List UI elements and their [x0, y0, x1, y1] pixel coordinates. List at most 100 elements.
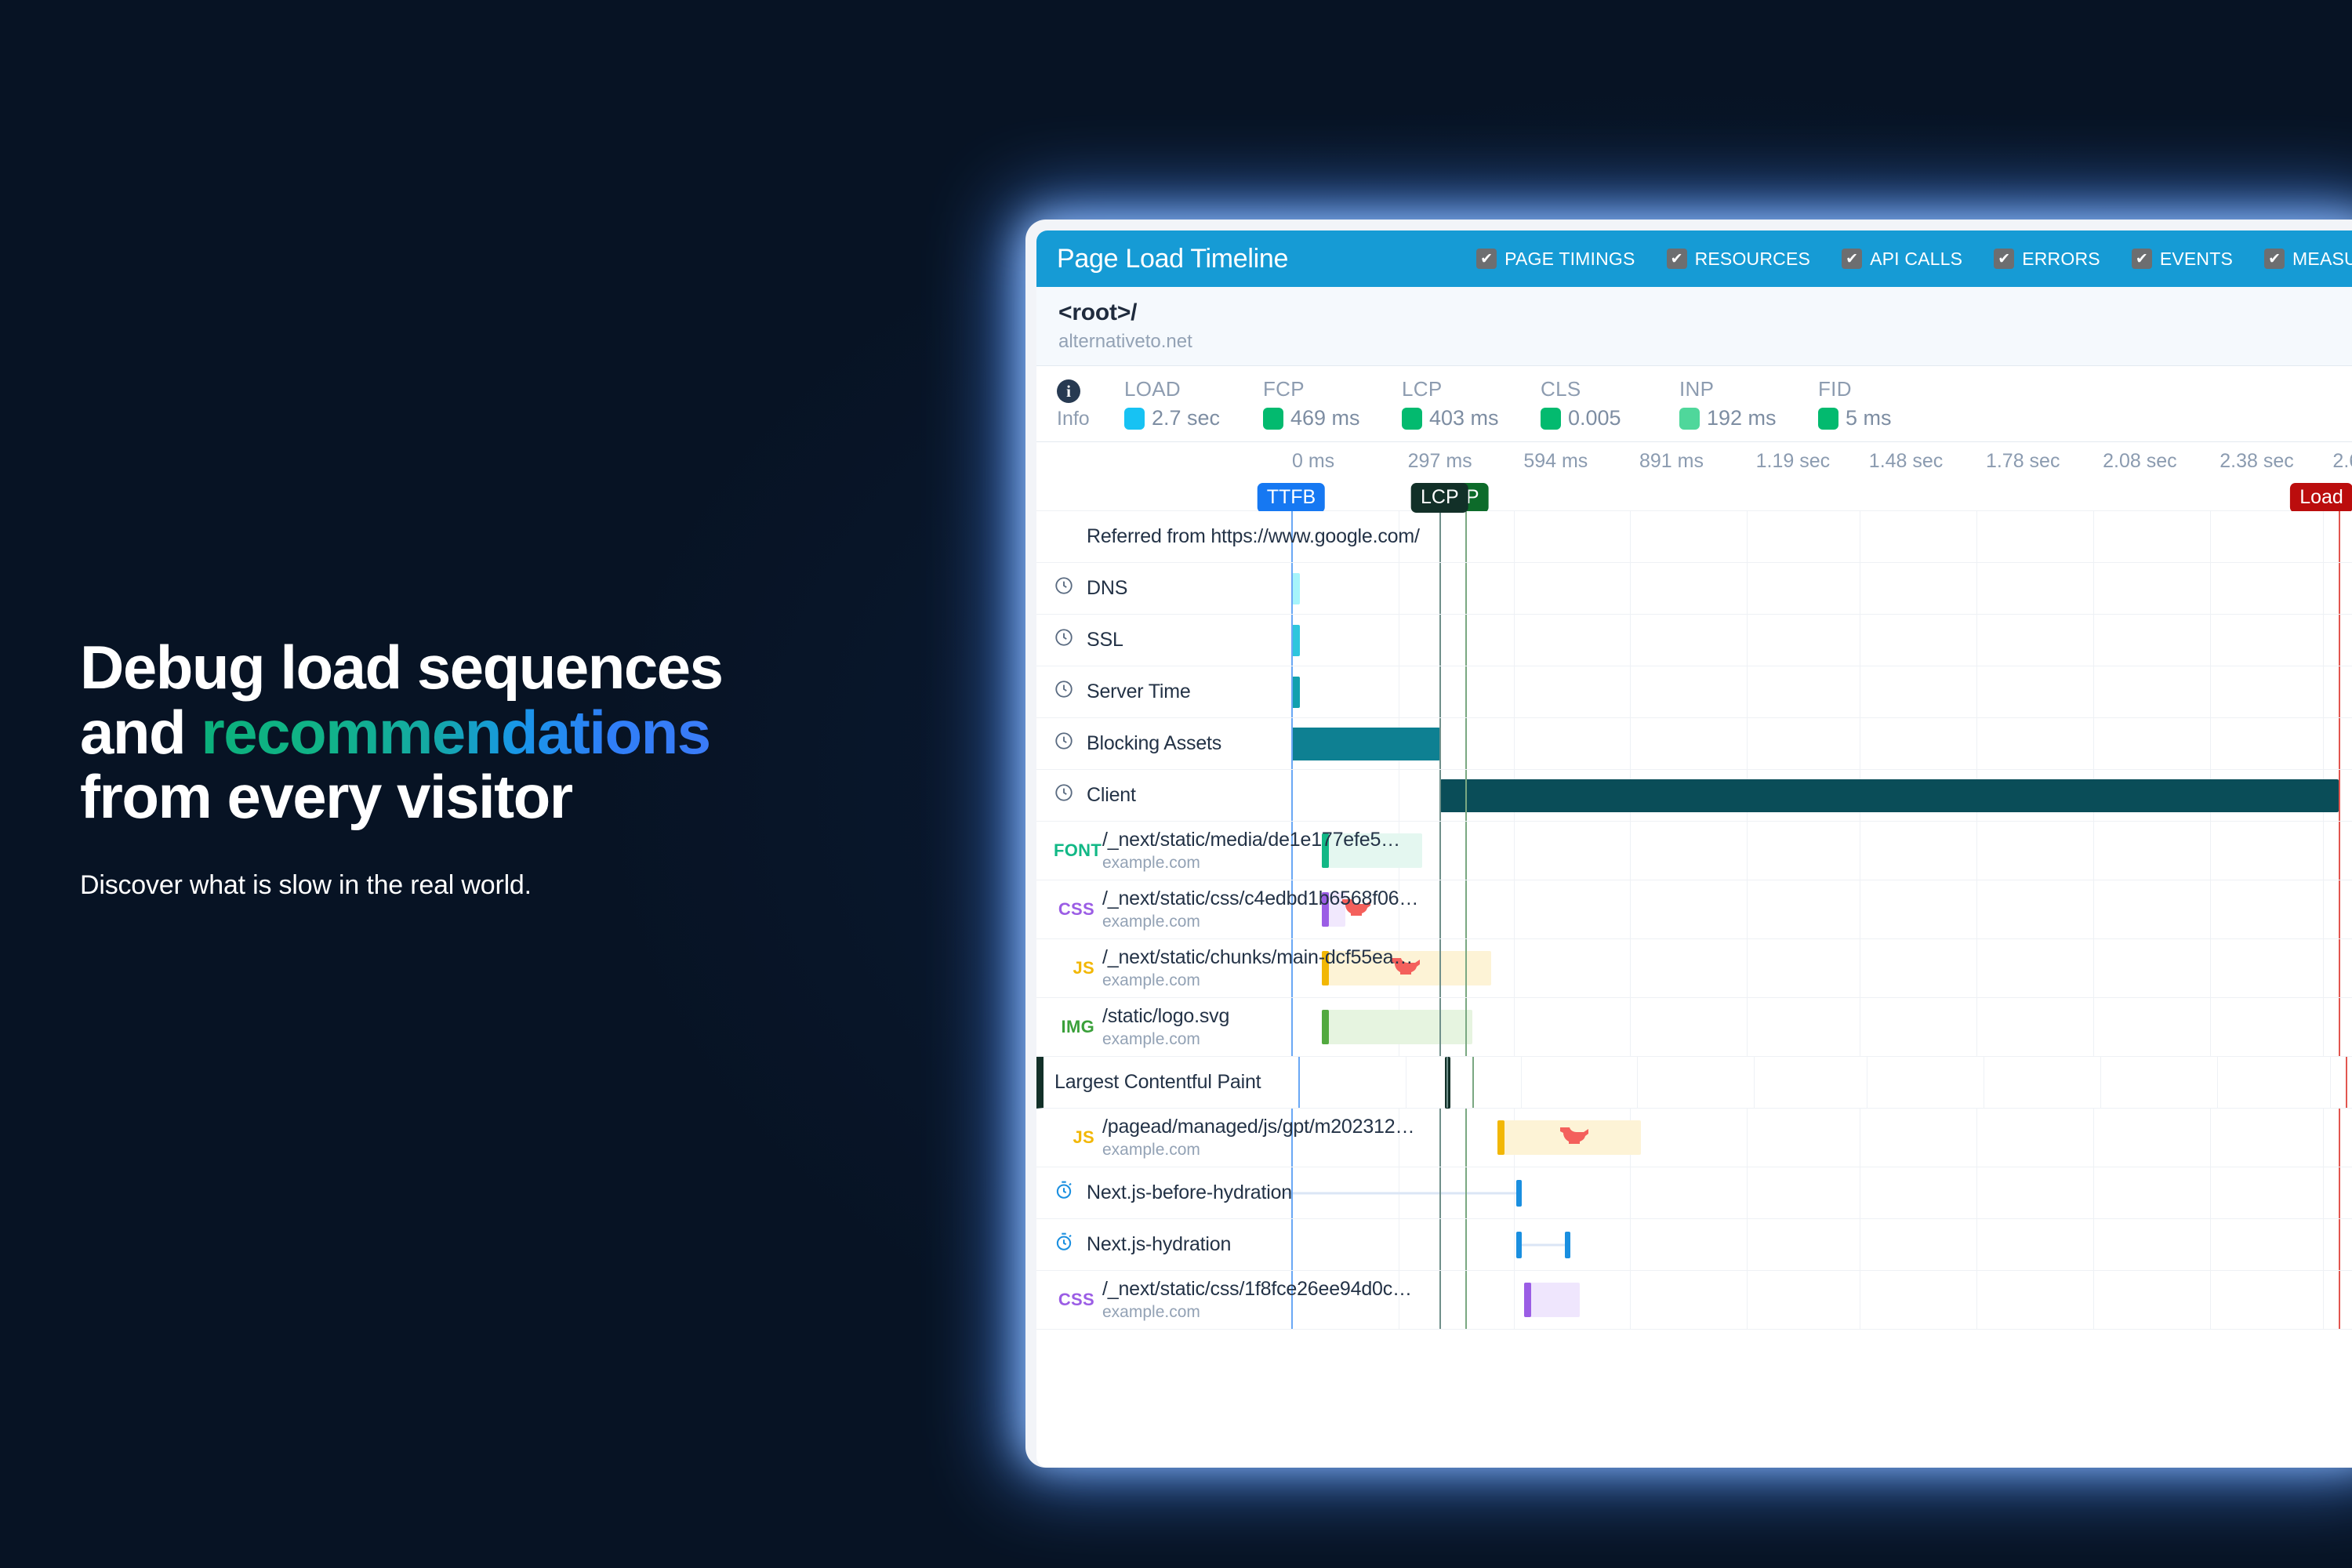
page-root-label: <root>/	[1058, 299, 1138, 325]
row-plot	[1290, 1056, 2352, 1109]
gridline	[2210, 998, 2212, 1056]
resource-row[interactable]: JS/pagead/managed/js/gpt/m202312… example…	[1036, 1109, 2352, 1167]
event-connector	[1516, 1243, 1566, 1246]
row-title: Server Time	[1087, 681, 1191, 702]
filter-toggle-page-timings[interactable]: ✔ PAGE TIMINGS	[1476, 249, 1635, 270]
gridline	[1514, 615, 1515, 666]
marketing-subcopy: Discover what is slow in the real world.	[80, 870, 532, 901]
timeline-row[interactable]: Largest Contentful Paint	[1036, 1056, 2352, 1109]
row-title: DNS	[1087, 577, 1128, 599]
resource-row[interactable]: FONT/_next/static/media/de1e177efe5… exam…	[1036, 822, 2352, 880]
row-title: /_next/static/chunks/main-dcf55ea…	[1102, 946, 1414, 968]
row-plot	[1283, 718, 2352, 769]
timeline-marker-ttfb[interactable]: TTFB	[1257, 483, 1326, 513]
metric-cls[interactable]: CLS 0.005	[1541, 377, 1679, 430]
gridline	[1746, 1109, 1748, 1167]
resource-bar-fill	[1524, 1283, 1581, 1317]
row-label: FONT/_next/static/media/de1e177efe5… exam…	[1036, 822, 1400, 880]
gridline	[2210, 1271, 2212, 1329]
checkbox-checked-icon[interactable]: ✔	[1842, 249, 1863, 269]
event-marker[interactable]	[1565, 1231, 1571, 1258]
event-marker[interactable]	[1516, 1231, 1523, 1258]
timeline-row[interactable]: Referred from https://www.google.com/	[1036, 511, 2352, 563]
filter-toggle-resources[interactable]: ✔ RESOURCES	[1666, 248, 1811, 270]
timeline-row[interactable]: Next.js-hydration	[1036, 1219, 2352, 1271]
gridline	[1976, 511, 1977, 562]
stopwatch-icon	[1054, 1180, 1087, 1206]
headline-accent-word: recommendations	[201, 697, 711, 767]
timeline-row[interactable]: SSL	[1036, 615, 2352, 666]
resource-row[interactable]: IMG/static/logo.svg example.com	[1036, 998, 2352, 1057]
gridline	[2093, 666, 2095, 717]
timeline-row[interactable]: Server Time	[1036, 666, 2352, 718]
timing-bar[interactable]	[1444, 1056, 1450, 1109]
row-host: example.com	[1102, 913, 1200, 931]
headline-line-2-plain: and	[80, 697, 201, 767]
timeline-row[interactable]: Blocking Assets	[1036, 718, 2352, 770]
info-icon: i	[1057, 379, 1080, 403]
gridline	[1514, 511, 1515, 562]
gridline	[1629, 998, 1631, 1056]
web-vitals-metrics: i Info LOAD 2.7 sec FCP 469 ms LCP 403 ms CLS 0…	[1036, 366, 2352, 442]
axis-tick-label: 1.19 sec	[1755, 450, 1831, 472]
timing-bar[interactable]	[1290, 572, 1301, 604]
timeline-row[interactable]: Next.js-before-hydration	[1036, 1167, 2352, 1219]
timeline-marker-lcp[interactable]: LCP	[1411, 483, 1468, 513]
anvil-icon[interactable]	[1559, 1123, 1593, 1152]
checkbox-checked-icon[interactable]: ✔	[1666, 249, 1687, 269]
metric-load[interactable]: LOAD 2.7 sec	[1124, 377, 1263, 430]
metric-value: 192 ms	[1707, 406, 1777, 430]
filter-toggle-errors[interactable]: ✔ ERRORS	[1994, 249, 2100, 270]
row-plot	[1283, 666, 2352, 717]
filter-label: PAGE TIMINGS	[1504, 248, 1635, 269]
axis-tick-label: 2.38 sec	[2220, 450, 2294, 472]
gridline	[2093, 1219, 2095, 1270]
metric-value: 0.005	[1568, 406, 1621, 430]
timing-bar[interactable]	[1290, 727, 1440, 760]
timeline-row[interactable]: Client	[1036, 770, 2352, 822]
filter-toggle-events[interactable]: ✔ EVENTS	[2131, 248, 2234, 270]
gridline	[1514, 822, 1515, 880]
window-title: Page Load Timeline	[1057, 243, 1289, 274]
axis-tick-label: 594 ms	[1523, 450, 1588, 472]
row-plot	[1283, 511, 2352, 562]
gridline	[1629, 1219, 1631, 1270]
metric-status-swatch	[1541, 407, 1561, 430]
checkbox-checked-icon[interactable]: ✔	[1994, 249, 2015, 269]
filter-toggle-api-calls[interactable]: ✔ API CALLS	[1842, 249, 1962, 270]
gridline	[2323, 939, 2325, 997]
resource-row[interactable]: JS /_next/static/chunks/main-dcf55ea… exam…	[1036, 939, 2352, 998]
info-block[interactable]: i Info	[1057, 379, 1124, 430]
row-plot	[1283, 770, 2352, 821]
filter-label: RESOURCES	[1694, 248, 1811, 269]
metric-fid[interactable]: FID 5 ms	[1818, 377, 1957, 430]
metric-lcp[interactable]: LCP 403 ms	[1402, 377, 1541, 430]
event-marker[interactable]	[1516, 1179, 1523, 1207]
metric-inp[interactable]: INP 192 ms	[1679, 377, 1818, 430]
filter-toggle-measures[interactable]: ✔ MEASURES	[2264, 249, 2352, 270]
row-host: example.com	[1102, 1030, 1200, 1048]
gridline	[1976, 718, 1977, 769]
resource-row[interactable]: CSS /_next/static/css/c4edbd1b6568f06… exa…	[1036, 880, 2352, 939]
timeline-marker-load[interactable]: Load	[2290, 483, 2352, 513]
row-label: Referred from https://www.google.com/	[1036, 511, 1420, 562]
checkbox-checked-icon[interactable]: ✔	[1476, 249, 1497, 269]
checkbox-checked-icon[interactable]: ✔	[2131, 249, 2152, 269]
gridline	[2210, 1109, 2212, 1167]
timing-bar[interactable]	[1439, 779, 2339, 812]
resource-row[interactable]: CSS /_next/static/css/1f8fce26ee94d0c… exa…	[1036, 1271, 2352, 1330]
gridline	[2093, 1271, 2095, 1329]
gridline	[2323, 1219, 2325, 1270]
timeline-row[interactable]: DNS	[1036, 563, 2352, 615]
checkbox-checked-icon[interactable]: ✔	[2264, 249, 2285, 269]
filter-label: EVENTS	[2159, 248, 2234, 269]
resource-type-badge: CSS	[1058, 1290, 1094, 1309]
resource-bar[interactable]	[1497, 1120, 1505, 1155]
resource-bar[interactable]	[1321, 1010, 1329, 1044]
timing-bar[interactable]	[1290, 676, 1301, 708]
row-title: Client	[1087, 784, 1136, 806]
resource-bar[interactable]	[1524, 1283, 1532, 1317]
metric-fcp[interactable]: FCP 469 ms	[1263, 377, 1402, 430]
timing-bar[interactable]	[1290, 624, 1301, 656]
headline-line-1: Debug load sequences	[80, 633, 724, 702]
